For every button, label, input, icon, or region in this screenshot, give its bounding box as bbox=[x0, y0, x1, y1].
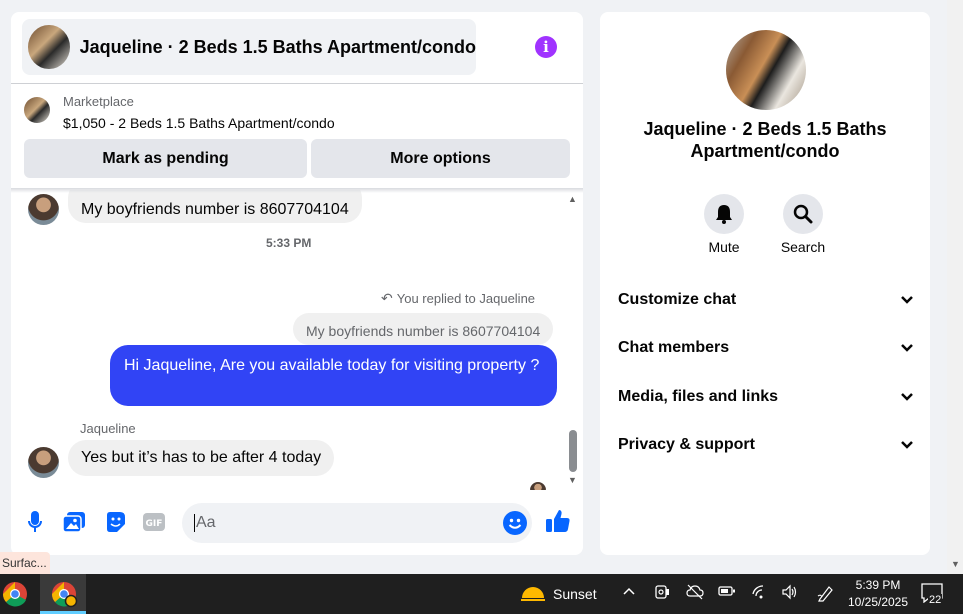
seen-avatar bbox=[530, 482, 546, 490]
scroll-up-arrow-icon[interactable]: ▲ bbox=[568, 194, 577, 204]
section-label: Media, files and links bbox=[618, 388, 779, 405]
page-scrollbar[interactable]: ▼ bbox=[947, 0, 963, 574]
profile-title: Jaqueline · 2 Beds 1.5 Baths Apartment/c… bbox=[643, 119, 887, 161]
clock-date: 10/25/2025 bbox=[847, 595, 909, 609]
chevron-down-icon bbox=[901, 296, 913, 304]
search-label: Search bbox=[780, 239, 826, 255]
chrome-icon[interactable] bbox=[1, 580, 29, 608]
text-caret bbox=[194, 514, 195, 532]
divider bbox=[11, 83, 583, 84]
marketplace-label: Marketplace bbox=[63, 94, 134, 109]
taskbar: Sunset 5:39 PM 10/25/2025 22 bbox=[0, 574, 963, 614]
wifi-icon[interactable] bbox=[751, 584, 769, 603]
header-shadow bbox=[11, 188, 583, 193]
reply-indicator-label: You replied to Jaqueline bbox=[396, 291, 536, 306]
section-customize-chat[interactable]: Customize chat bbox=[618, 285, 914, 315]
sticker-icon[interactable] bbox=[103, 510, 127, 534]
pen-icon[interactable] bbox=[817, 584, 835, 605]
listing-title[interactable]: $1,050 - 2 Beds 1.5 Baths Apartment/cond… bbox=[63, 115, 335, 131]
section-media-files-links[interactable]: Media, files and links bbox=[618, 382, 914, 412]
gif-icon[interactable]: GIF bbox=[142, 510, 166, 534]
section-label: Chat members bbox=[618, 339, 730, 356]
page-scroll-down-arrow-icon[interactable]: ▼ bbox=[951, 559, 960, 569]
emoji-icon[interactable] bbox=[503, 511, 527, 535]
incoming-message[interactable]: Yes but it’s has to be after 4 today bbox=[68, 440, 335, 476]
chat-header[interactable]: Jaqueline · 2 Beds 1.5 Baths Apartment/c… bbox=[22, 19, 476, 75]
meet-now-icon[interactable] bbox=[654, 584, 670, 603]
contact-avatar[interactable] bbox=[28, 25, 70, 69]
section-privacy-support[interactable]: Privacy & support bbox=[618, 430, 914, 460]
battery-icon[interactable] bbox=[718, 584, 736, 601]
reply-indicator: ↶ You replied to Jaqueline bbox=[381, 290, 535, 307]
clock-time: 5:39 PM bbox=[855, 578, 901, 592]
mute-button[interactable]: Mute bbox=[694, 194, 754, 255]
surface-tab[interactable]: Surfac... bbox=[0, 552, 50, 574]
like-icon[interactable] bbox=[545, 508, 571, 539]
section-chat-members[interactable]: Chat members bbox=[618, 333, 914, 363]
chat-panel: Jaqueline · 2 Beds 1.5 Baths Apartment/c… bbox=[11, 12, 583, 555]
chevron-down-icon bbox=[901, 344, 913, 352]
onedrive-paused-icon[interactable] bbox=[686, 584, 704, 603]
weather-label[interactable]: Sunset bbox=[553, 586, 597, 602]
photo-icon[interactable] bbox=[62, 510, 86, 534]
info-icon[interactable]: i bbox=[535, 36, 557, 58]
message-input[interactable]: Aa bbox=[182, 503, 532, 543]
mark-as-pending-button[interactable]: Mark as pending bbox=[24, 139, 307, 178]
chevron-up-icon[interactable] bbox=[622, 584, 636, 601]
scroll-down-arrow-icon[interactable]: ▼ bbox=[568, 475, 577, 485]
volume-icon[interactable] bbox=[781, 584, 799, 603]
chrome-profile-icon[interactable] bbox=[50, 580, 78, 608]
sunset-icon[interactable] bbox=[521, 582, 545, 604]
sender-avatar[interactable] bbox=[28, 194, 59, 225]
chat-title[interactable]: Jaqueline · 2 Beds 1.5 Baths Apartment/c… bbox=[80, 37, 476, 58]
sender-avatar[interactable] bbox=[28, 447, 59, 478]
outgoing-message[interactable]: Hi Jaqueline, Are you available today fo… bbox=[110, 345, 557, 406]
section-label: Customize chat bbox=[618, 291, 737, 308]
more-options-button[interactable]: More options bbox=[311, 139, 570, 178]
bell-icon[interactable] bbox=[704, 194, 744, 234]
profile-avatar[interactable] bbox=[726, 30, 806, 110]
message-input-placeholder: Aa bbox=[196, 514, 216, 531]
chevron-down-icon bbox=[901, 393, 913, 401]
search-button[interactable]: Search bbox=[773, 194, 833, 255]
quoted-message[interactable]: My boyfriends number is 8607704104 bbox=[293, 313, 554, 345]
chevron-down-icon bbox=[901, 441, 913, 449]
message-list[interactable]: My boyfriends number is 8607704104 5:33 … bbox=[11, 190, 583, 490]
system-clock[interactable]: 5:39 PM 10/25/2025 bbox=[842, 577, 914, 611]
message-timestamp: 5:33 PM bbox=[266, 236, 312, 250]
notification-count: 22 bbox=[928, 594, 943, 606]
search-icon[interactable] bbox=[783, 194, 823, 234]
svg-text:GIF: GIF bbox=[146, 519, 163, 529]
microphone-icon[interactable] bbox=[23, 510, 47, 534]
chat-info-panel: Jaqueline · 2 Beds 1.5 Baths Apartment/c… bbox=[600, 12, 930, 555]
mute-label: Mute bbox=[708, 239, 740, 255]
reply-arrow-icon: ↶ bbox=[381, 290, 393, 306]
incoming-message[interactable]: My boyfriends number is 8607704104 bbox=[68, 190, 362, 223]
chat-scrollbar-thumb[interactable] bbox=[569, 430, 577, 472]
sender-name: Jaqueline bbox=[80, 421, 136, 436]
section-label: Privacy & support bbox=[618, 436, 755, 453]
listing-thumbnail[interactable] bbox=[24, 97, 50, 123]
